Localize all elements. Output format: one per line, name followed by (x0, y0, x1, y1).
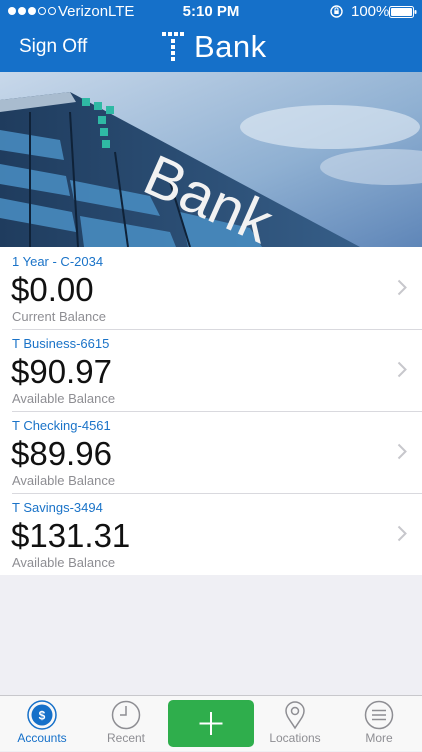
tab-label: Locations (269, 731, 321, 745)
brand-title: Bank (162, 29, 267, 64)
sign-off-button[interactable]: Sign Off (19, 36, 87, 58)
account-row[interactable]: 1 Year - C-2034 $0.00 Current Balance (0, 247, 422, 329)
nav-bar: Sign Off Bank (0, 24, 422, 72)
account-name: T Savings-3494 (12, 500, 103, 515)
tab-label: Accounts (17, 731, 67, 745)
app-header: Verizon LTE 5:10 PM 100% Sign Off Bank (0, 0, 422, 72)
plus-icon (199, 712, 223, 735)
chevron-right-icon (397, 525, 407, 542)
svg-text:$: $ (39, 709, 46, 723)
tab-label: More (365, 731, 393, 745)
account-name: T Business-6615 (12, 336, 110, 351)
account-row[interactable]: T Savings-3494 $131.31 Available Balance (0, 493, 422, 575)
accounts-list: 1 Year - C-2034 $0.00 Current Balance T … (0, 247, 422, 575)
map-pin-icon (285, 701, 305, 730)
account-row[interactable]: T Checking-4561 $89.96 Available Balance (0, 411, 422, 493)
hero-building-image: Bank (0, 72, 422, 247)
account-balance: $0.00 (11, 271, 94, 308)
tab-bar: $ Accounts Recent Locations More (0, 695, 422, 751)
chevron-right-icon (397, 279, 407, 296)
account-balance: $131.31 (11, 517, 131, 554)
balance-label: Available Balance (12, 555, 116, 570)
account-balance: $90.97 (11, 353, 112, 390)
tab-more[interactable]: More (337, 696, 421, 751)
tab-recent[interactable]: Recent (84, 696, 168, 751)
chevron-right-icon (397, 361, 407, 378)
account-name: T Checking-4561 (12, 418, 111, 433)
tab-accounts[interactable]: $ Accounts (0, 696, 84, 751)
account-row[interactable]: T Business-6615 $90.97 Available Balance (0, 329, 422, 411)
add-button[interactable] (168, 700, 254, 747)
rotation-lock-icon (330, 5, 343, 18)
clock-icon (111, 700, 141, 730)
balance-label: Available Balance (12, 473, 116, 488)
account-balance: $89.96 (11, 435, 112, 472)
balance-label: Current Balance (12, 309, 106, 324)
status-bar: Verizon LTE 5:10 PM 100% (0, 0, 422, 24)
battery-icon (389, 6, 417, 18)
bank-logo-icon (162, 32, 184, 61)
battery-percent: 100% (351, 3, 390, 20)
dollar-circle-icon: $ (27, 700, 57, 730)
balance-label: Available Balance (12, 391, 116, 406)
tab-locations[interactable]: Locations (253, 696, 337, 751)
chevron-right-icon (397, 443, 407, 460)
account-name: 1 Year - C-2034 (12, 254, 104, 269)
menu-icon (364, 700, 394, 730)
tab-label: Recent (106, 731, 146, 745)
brand-name: Bank (194, 29, 267, 64)
building-illustration: Bank (0, 72, 422, 247)
